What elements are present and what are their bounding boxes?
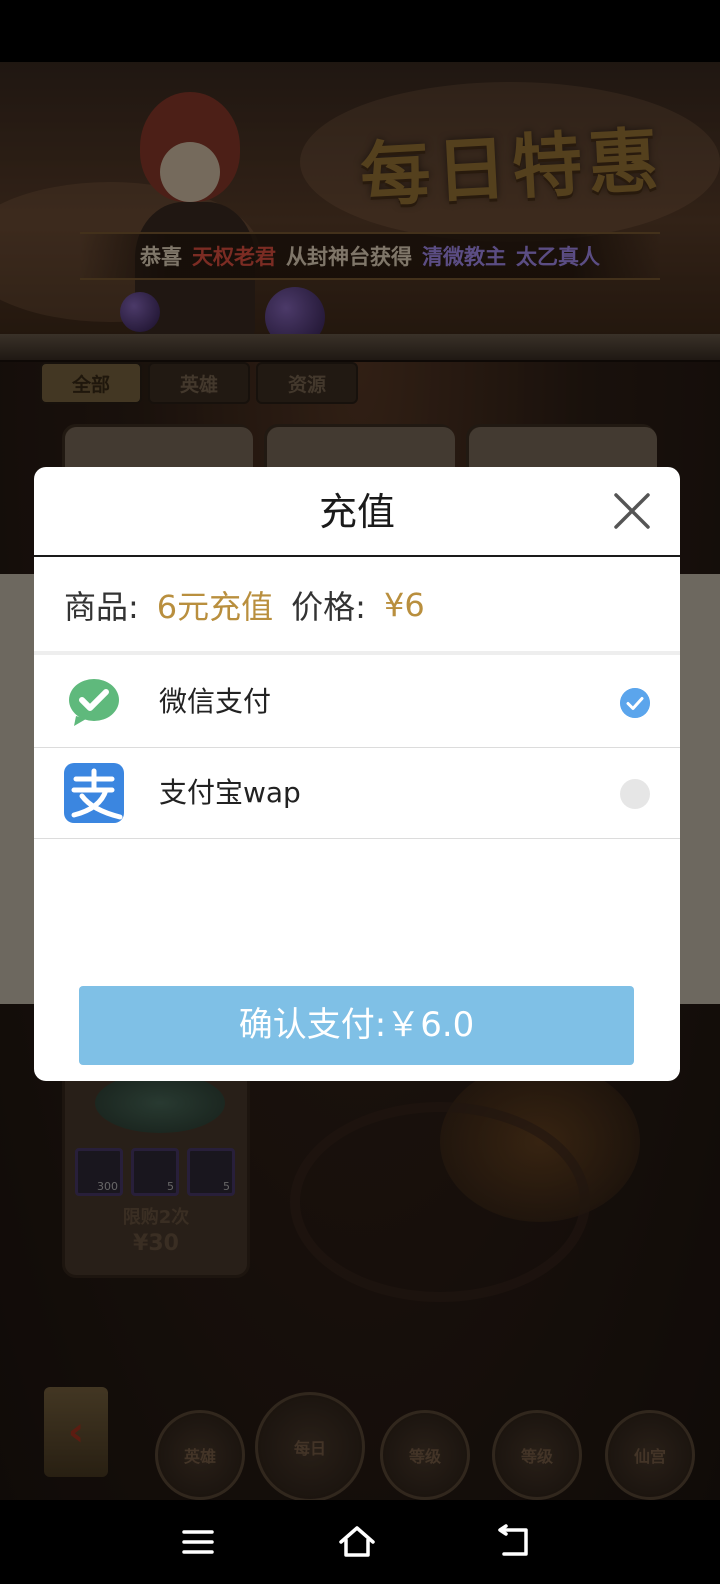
system-navigation-bar: [0, 1500, 720, 1584]
price-label: 价格:: [291, 588, 366, 626]
payment-label: 支付宝wap: [159, 776, 301, 809]
recharge-dialog: 充值 商品: 6元充值 价格: ¥6 微信支付 支付宝wap 确认支付:￥6.0: [34, 467, 680, 1081]
payment-label: 微信支付: [159, 685, 272, 718]
home-icon[interactable]: [337, 1522, 377, 1562]
status-bar: [0, 0, 720, 62]
screen: 每日特惠 恭喜 天权老君 从封神台获得 清微教主 太乙真人 全部 英雄 资源 3: [0, 0, 720, 1584]
product-label: 商品:: [64, 588, 139, 626]
payment-option-alipay[interactable]: 支付宝wap: [34, 748, 680, 839]
menu-icon[interactable]: [178, 1522, 218, 1562]
price-value: ¥6: [383, 586, 425, 624]
dialog-title: 充值: [318, 490, 395, 534]
payment-option-wechat[interactable]: 微信支付: [34, 657, 680, 748]
wechat-pay-icon: [69, 679, 119, 726]
confirm-payment-button[interactable]: 确认支付:￥6.0: [79, 986, 634, 1065]
alipay-icon: [64, 763, 124, 823]
close-icon[interactable]: [612, 491, 652, 531]
radio-selected-icon[interactable]: [620, 688, 650, 718]
product-info: 商品: 6元充值 价格: ¥6: [34, 559, 680, 655]
radio-unselected-icon[interactable]: [620, 779, 650, 809]
dialog-header: 充值: [34, 467, 680, 557]
product-value: 6元充值: [156, 588, 274, 626]
back-icon[interactable]: [496, 1522, 536, 1562]
